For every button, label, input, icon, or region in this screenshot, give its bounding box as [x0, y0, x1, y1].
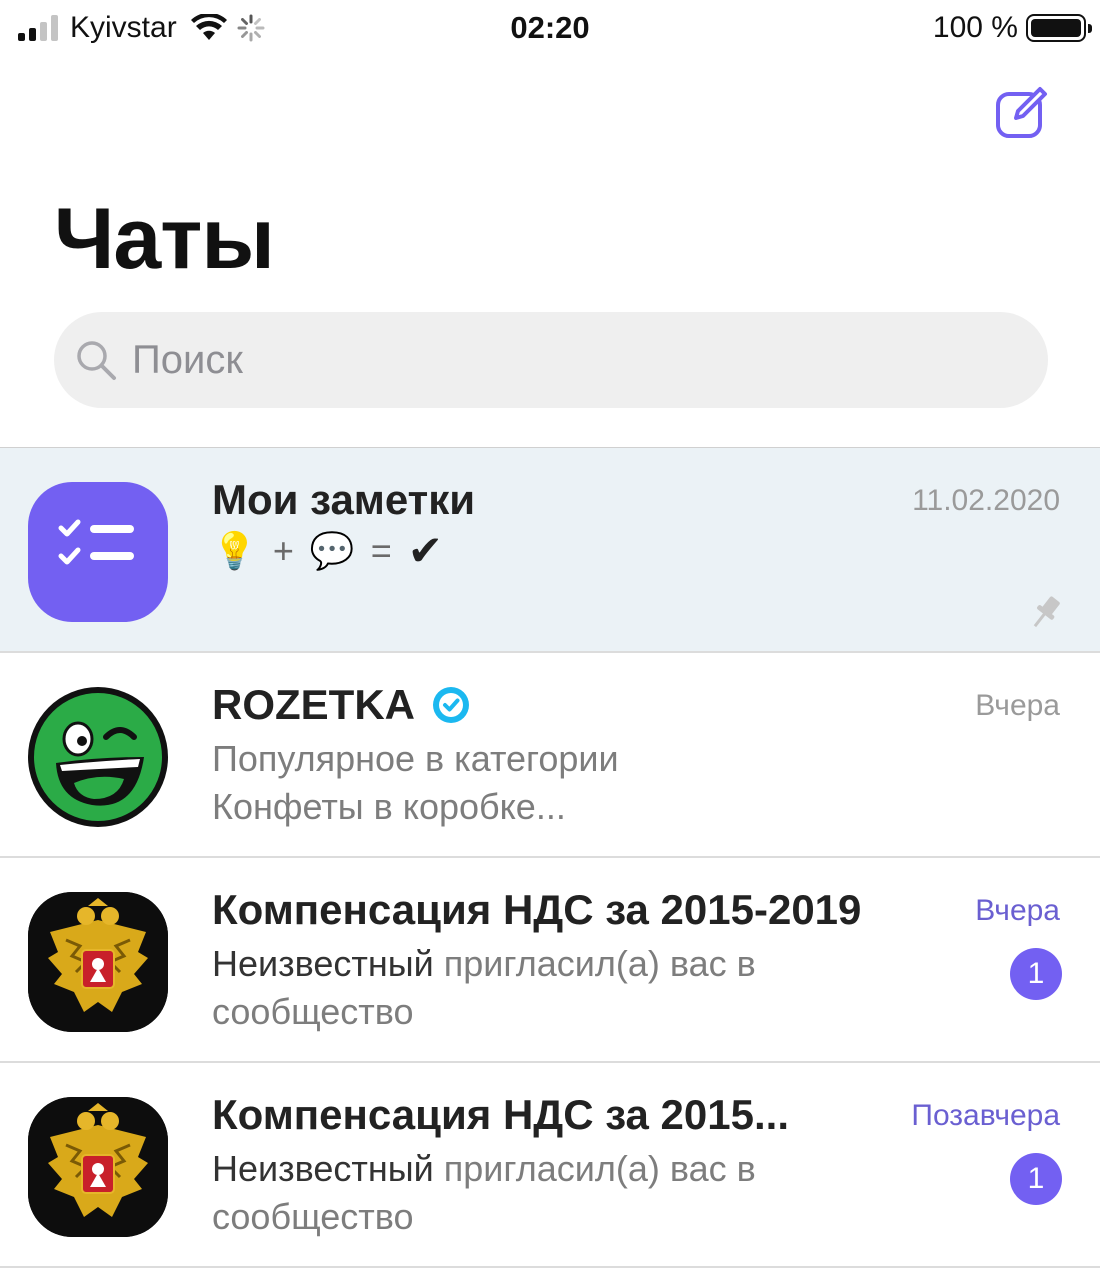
avatar	[28, 482, 168, 622]
chat-time: Вчера	[975, 689, 1060, 722]
preview-sender: Неизвестный	[212, 1148, 434, 1189]
avatar	[28, 687, 168, 827]
unread-badge: 1	[1010, 1153, 1062, 1205]
equals-sign: =	[370, 529, 392, 571]
chat-preview: Неизвестный пригласил(а) вас в сообществ…	[212, 940, 932, 1036]
unread-badge: 1	[1010, 948, 1062, 1000]
chat-preview: Популярное в категории Конфеты в коробке…	[212, 738, 619, 827]
rozetka-smiley-logo	[30, 689, 166, 825]
chat-name-text: ROZETKA	[212, 681, 415, 728]
chat-row-rozetka[interactable]: ROZETKA Вчера Популярное в категории Кон…	[0, 653, 1100, 858]
chat-time: Позавчера	[911, 1099, 1060, 1132]
chat-row-my-notes[interactable]: Мои заметки 11.02.2020 💡 + 💬 = ✔	[0, 448, 1100, 653]
preview-sender: Неизвестный	[212, 943, 434, 984]
coat-of-arms-eagle	[28, 1097, 168, 1237]
chat-row-nds-compensation-2[interactable]: Компенсация НДС за 2015... Позавчера Неи…	[0, 1063, 1100, 1268]
search-bar[interactable]	[54, 312, 1048, 408]
chat-name: Компенсация НДС за 2015...	[212, 1091, 789, 1139]
chat-name-text: Мои заметки	[212, 476, 476, 523]
chat-preview: 💡 + 💬 = ✔	[212, 526, 443, 575]
chat-name-text: Компенсация НДС за 2015...	[212, 1091, 789, 1138]
chat-time: Вчера	[975, 894, 1060, 927]
coat-of-arms-eagle	[28, 892, 168, 1032]
page-title: Чаты	[54, 191, 275, 287]
plus-sign: +	[272, 529, 294, 571]
battery-icon	[1026, 14, 1092, 42]
pin-icon	[1033, 596, 1060, 628]
chat-time: 11.02.2020	[912, 484, 1060, 517]
search-icon	[77, 341, 116, 380]
verified-icon	[433, 687, 469, 723]
status-right: 100 %	[932, 10, 1092, 46]
speech-bubble-emoji: 💬	[309, 529, 355, 571]
compose-icon[interactable]	[994, 84, 1050, 140]
chat-name: Компенсация НДС за 2015-2019	[212, 886, 861, 934]
chat-list: Мои заметки 11.02.2020 💡 + 💬 = ✔ ROZETKA…	[0, 447, 1100, 1268]
chat-preview: Неизвестный пригласил(а) вас в сообществ…	[212, 1145, 932, 1241]
chat-name: Мои заметки	[212, 476, 475, 524]
notes-checklist-icon	[58, 519, 134, 565]
status-bar: Kyivstar 02:20 100 %	[0, 0, 1100, 58]
search-input[interactable]	[132, 337, 952, 383]
chat-row-nds-compensation[interactable]: Компенсация НДС за 2015-2019 Вчера Неизв…	[0, 858, 1100, 1063]
chat-name-text: Компенсация НДС за 2015-2019	[212, 886, 862, 933]
avatar	[28, 892, 168, 1032]
lightbulb-emoji: 💡	[212, 529, 257, 571]
battery-percentage: 100 %	[932, 11, 1018, 44]
chat-name: ROZETKA	[212, 681, 471, 729]
checkmark-emoji: ✔	[407, 527, 443, 574]
avatar	[28, 1097, 168, 1237]
